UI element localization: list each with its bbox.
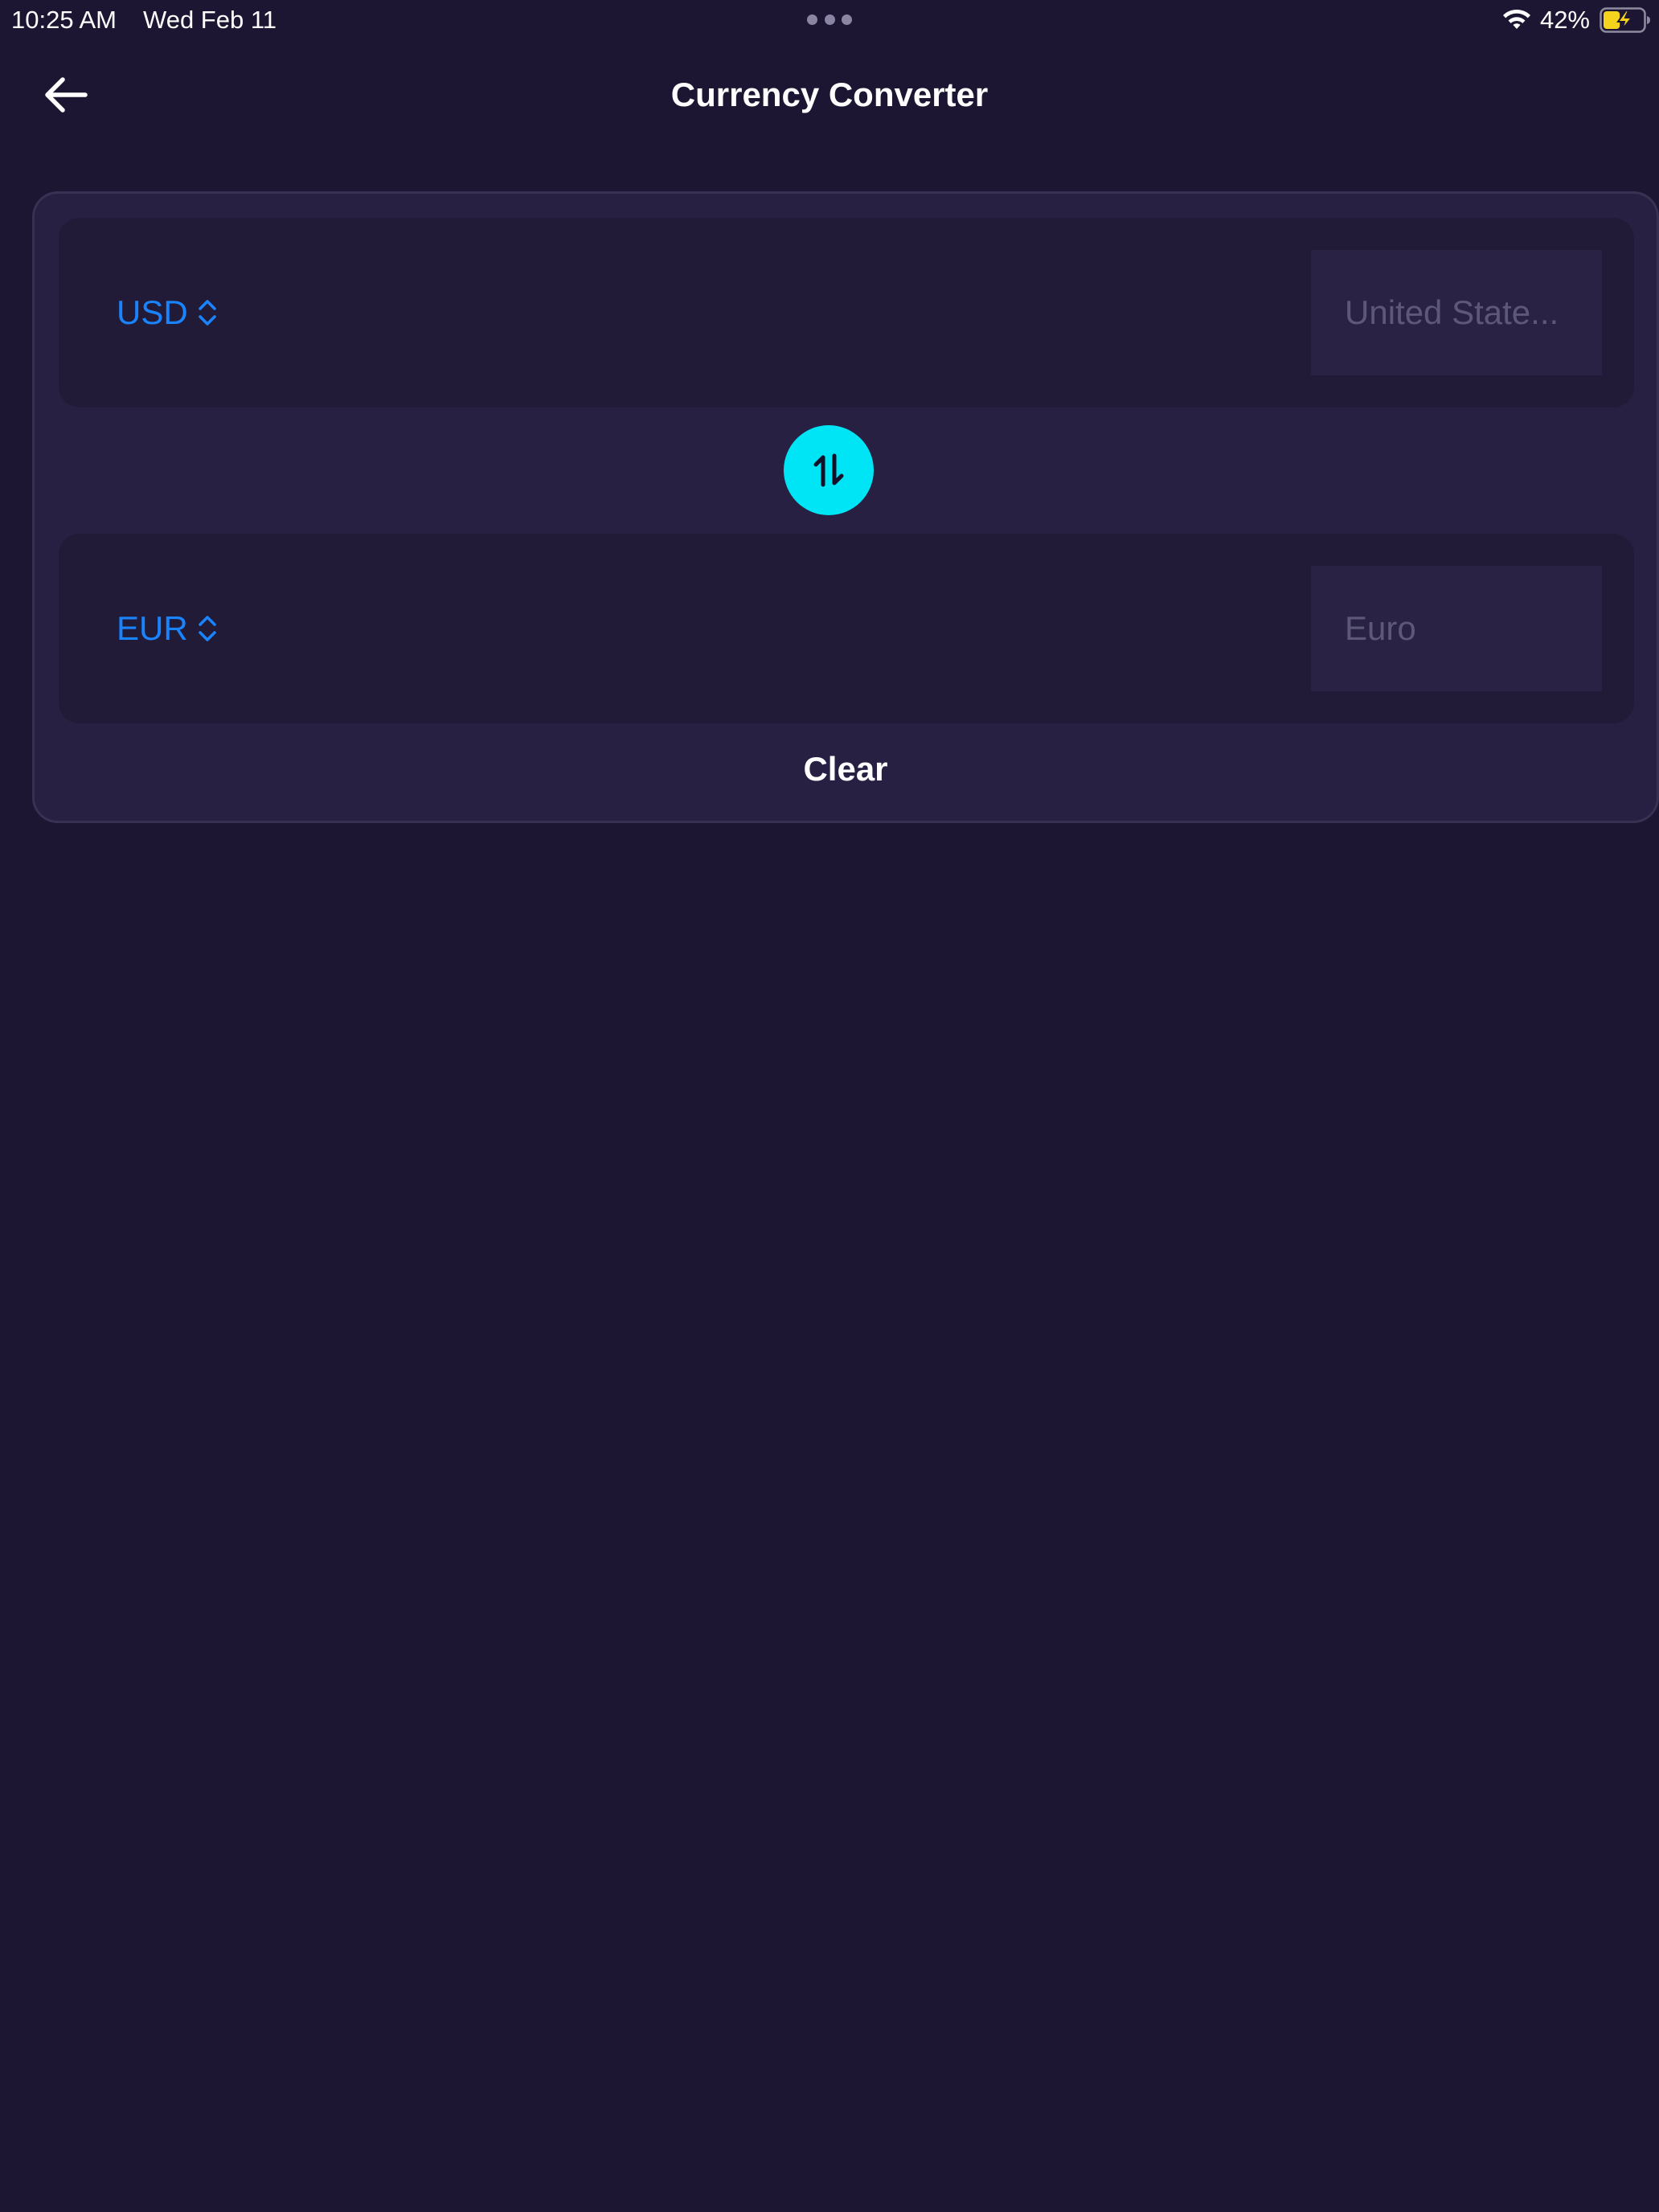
status-time: 10:25 AM <box>11 6 117 34</box>
from-currency-code: USD <box>117 293 188 331</box>
wifi-icon <box>1502 9 1530 29</box>
clear-button[interactable]: Clear <box>35 748 1657 790</box>
to-currency-row: EUR <box>59 534 1634 723</box>
status-date: Wed Feb 11 <box>143 6 277 34</box>
converter-card: USD EUR Clear <box>32 191 1659 823</box>
swap-currencies-button[interactable] <box>784 425 874 515</box>
battery-percentage: 42% <box>1539 6 1590 34</box>
chevron-updown-icon <box>198 300 216 326</box>
chevron-updown-icon <box>198 616 216 641</box>
battery-icon <box>1600 7 1650 33</box>
to-currency-code: EUR <box>117 609 188 647</box>
from-currency-picker[interactable]: USD <box>117 290 219 335</box>
swap-vertical-arrows-icon <box>813 453 844 487</box>
status-bar: 10:25 AM Wed Feb 11 42% <box>0 0 1659 40</box>
to-amount-input[interactable] <box>1311 566 1602 691</box>
to-currency-picker[interactable]: EUR <box>117 606 219 651</box>
multitasking-dots-icon[interactable] <box>807 14 852 26</box>
navigation-bar: Currency Converter <box>0 56 1659 133</box>
status-indicators: 42% <box>1501 5 1651 35</box>
from-currency-row: USD <box>59 218 1634 408</box>
from-amount-input[interactable] <box>1311 250 1602 375</box>
page-title: Currency Converter <box>670 76 989 113</box>
